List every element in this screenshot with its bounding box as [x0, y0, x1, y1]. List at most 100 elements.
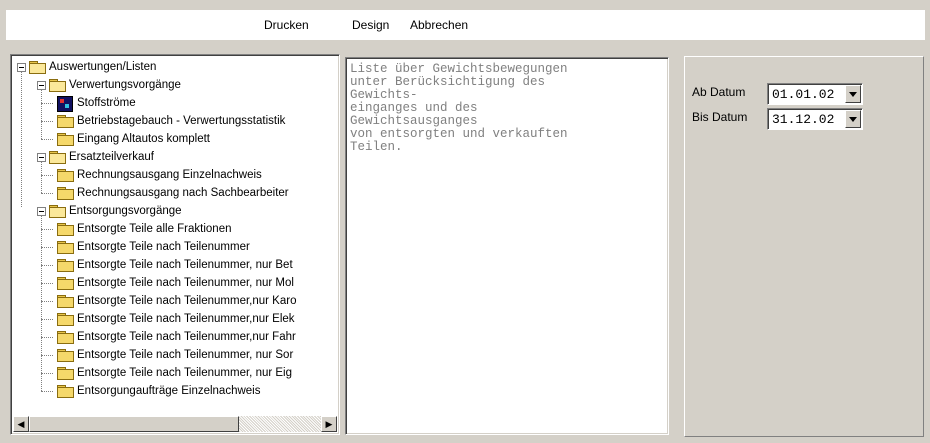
folder-icon	[49, 79, 66, 92]
folder-body	[49, 153, 66, 164]
tree-group-label: Verwertungsvorgänge	[69, 79, 181, 91]
tree-connector	[41, 355, 53, 356]
folder-icon	[57, 115, 74, 128]
tree-item-label: Betriebstagebauch - Verwertungsstatistik	[77, 115, 286, 127]
tree-item[interactable]: Stoffströme	[13, 94, 337, 112]
tree-connector	[41, 247, 53, 248]
tree-item[interactable]: Betriebstagebauch - Verwertungsstatistik	[13, 112, 337, 130]
scroll-left-button[interactable]: ◀	[13, 416, 29, 432]
tree-group[interactable]: Auswertungen/Listen	[13, 58, 337, 76]
folder-icon	[57, 169, 74, 182]
description-text[interactable]	[348, 60, 666, 432]
folder-body	[57, 369, 74, 380]
folder-body	[57, 315, 74, 326]
tree-group-label: Ersatzteilverkauf	[69, 151, 155, 163]
tree-item-label: Entsorgte Teile nach Teilenummer, nur So…	[77, 349, 294, 361]
folder-body	[29, 63, 46, 74]
tree-item-label: Rechnungsausgang Einzelnachweis	[77, 169, 262, 181]
folder-body	[57, 135, 74, 146]
folder-icon	[49, 205, 66, 218]
folder-icon	[57, 133, 74, 146]
tree-item[interactable]: Rechnungsausgang Einzelnachweis	[13, 166, 337, 184]
tree-item[interactable]: Entsorgte Teile nach Teilenummer,nur Fah…	[13, 328, 337, 346]
folder-body	[57, 297, 74, 308]
tree-item[interactable]: Entsorgte Teile nach Teilenummer, nur Be…	[13, 256, 337, 274]
from-date-value: 01.01.02	[772, 87, 835, 102]
folder-icon	[57, 241, 74, 254]
arrow-left-icon: ◀	[17, 419, 25, 429]
tree-item[interactable]: Entsorgte Teile nach Teilenummer,nur Kar…	[13, 292, 337, 310]
description-box	[345, 57, 669, 435]
scroll-right-button[interactable]: ▶	[321, 416, 337, 432]
tree-item[interactable]: Entsorgte Teile nach Teilenummer, nur Mo…	[13, 274, 337, 292]
tree-item[interactable]: Entsorgte Teile nach Teilenummer, nur Ei…	[13, 364, 337, 382]
to-date-label: Bis Datum	[692, 110, 748, 124]
tree-item[interactable]: Entsorgungaufträge Einzelnachweis	[13, 382, 337, 400]
tree-item[interactable]: Entsorgte Teile alle Fraktionen	[13, 220, 337, 238]
folder-body	[57, 117, 74, 128]
cancel-button[interactable]: Abbrechen	[410, 18, 468, 32]
collapse-icon[interactable]	[37, 81, 46, 90]
folder-body	[57, 387, 74, 398]
tree-group[interactable]: Verwertungsvorgänge	[13, 76, 337, 94]
from-date-label: Ab Datum	[692, 85, 746, 99]
folder-icon	[29, 61, 46, 74]
arrow-right-icon: ▶	[325, 419, 333, 429]
tree-guide-line	[41, 162, 42, 193]
tree-connector	[41, 301, 53, 302]
tree-connector	[41, 391, 53, 392]
tree-item-label: Entsorgte Teile nach Teilenummer,nur Ele…	[77, 313, 295, 325]
folder-body	[57, 279, 74, 290]
print-button[interactable]: Drucken	[264, 18, 309, 32]
tree-group-label: Auswertungen/Listen	[49, 61, 157, 73]
folder-icon	[57, 367, 74, 380]
scrollbar-thumb[interactable]	[29, 416, 239, 432]
tree-item[interactable]: Entsorgte Teile nach Teilenummer, nur So…	[13, 346, 337, 364]
folder-body	[49, 81, 66, 92]
tree-item-label: Entsorgte Teile nach Teilenummer, nur Mo…	[77, 277, 294, 289]
tree-connector	[41, 265, 53, 266]
tree-item-label: Entsorgte Teile nach Teilenummer	[77, 241, 250, 253]
tree-item-label: Stoffströme	[77, 97, 136, 109]
tree-guide-line	[21, 71, 22, 207]
folder-icon	[57, 187, 74, 200]
tree-item-label: Entsorgte Teile nach Teilenummer,nur Fah…	[77, 331, 296, 343]
tree-item-label: Entsorgte Teile alle Fraktionen	[77, 223, 232, 235]
tree-item[interactable]: Entsorgte Teile nach Teilenummer	[13, 238, 337, 256]
report-tree[interactable]: Auswertungen/Listen Verwertungsvorgänge St…	[10, 54, 340, 435]
tree-connector	[41, 319, 53, 320]
tree-group[interactable]: Ersatzteilverkauf	[13, 148, 337, 166]
tree-group-label: Entsorgungsvorgänge	[69, 205, 182, 217]
tree-item-label: Entsorgungaufträge Einzelnachweis	[77, 385, 261, 397]
tree-connector	[41, 283, 53, 284]
folder-icon	[57, 331, 74, 344]
folder-icon	[57, 259, 74, 272]
from-date-select[interactable]: 01.01.02	[767, 83, 863, 105]
tree-connector	[41, 193, 53, 194]
toolbar: Drucken Design Abbrechen	[6, 10, 925, 40]
folder-icon	[57, 313, 74, 326]
tree-item[interactable]: Entsorgte Teile nach Teilenummer,nur Ele…	[13, 310, 337, 328]
to-date-select[interactable]: 31.12.02	[767, 108, 863, 130]
report-tree-content: Auswertungen/Listen Verwertungsvorgänge St…	[13, 57, 337, 416]
tree-group[interactable]: Entsorgungsvorgänge	[13, 202, 337, 220]
design-button[interactable]: Design	[352, 18, 389, 32]
flow-chart-icon	[57, 96, 73, 112]
collapse-icon[interactable]	[37, 207, 46, 216]
tree-item[interactable]: Rechnungsausgang nach Sachbearbeiter	[13, 184, 337, 202]
folder-icon	[57, 349, 74, 362]
chevron-down-icon[interactable]	[845, 85, 861, 103]
folder-body	[49, 207, 66, 218]
tree-item-label: Entsorgte Teile nach Teilenummer, nur Ei…	[77, 367, 293, 379]
tree-item-label: Rechnungsausgang nach Sachbearbeiter	[77, 187, 289, 199]
chevron-down-icon[interactable]	[845, 110, 861, 128]
folder-icon	[57, 277, 74, 290]
folder-icon	[57, 295, 74, 308]
tree-horizontal-scrollbar[interactable]: ◀ ▶	[13, 416, 337, 432]
folder-icon	[49, 151, 66, 164]
tree-item-label: Eingang Altautos komplett	[77, 133, 210, 145]
tree-guide-line	[41, 216, 42, 391]
folder-body	[57, 261, 74, 272]
collapse-icon[interactable]	[37, 153, 46, 162]
tree-item[interactable]: Eingang Altautos komplett	[13, 130, 337, 148]
